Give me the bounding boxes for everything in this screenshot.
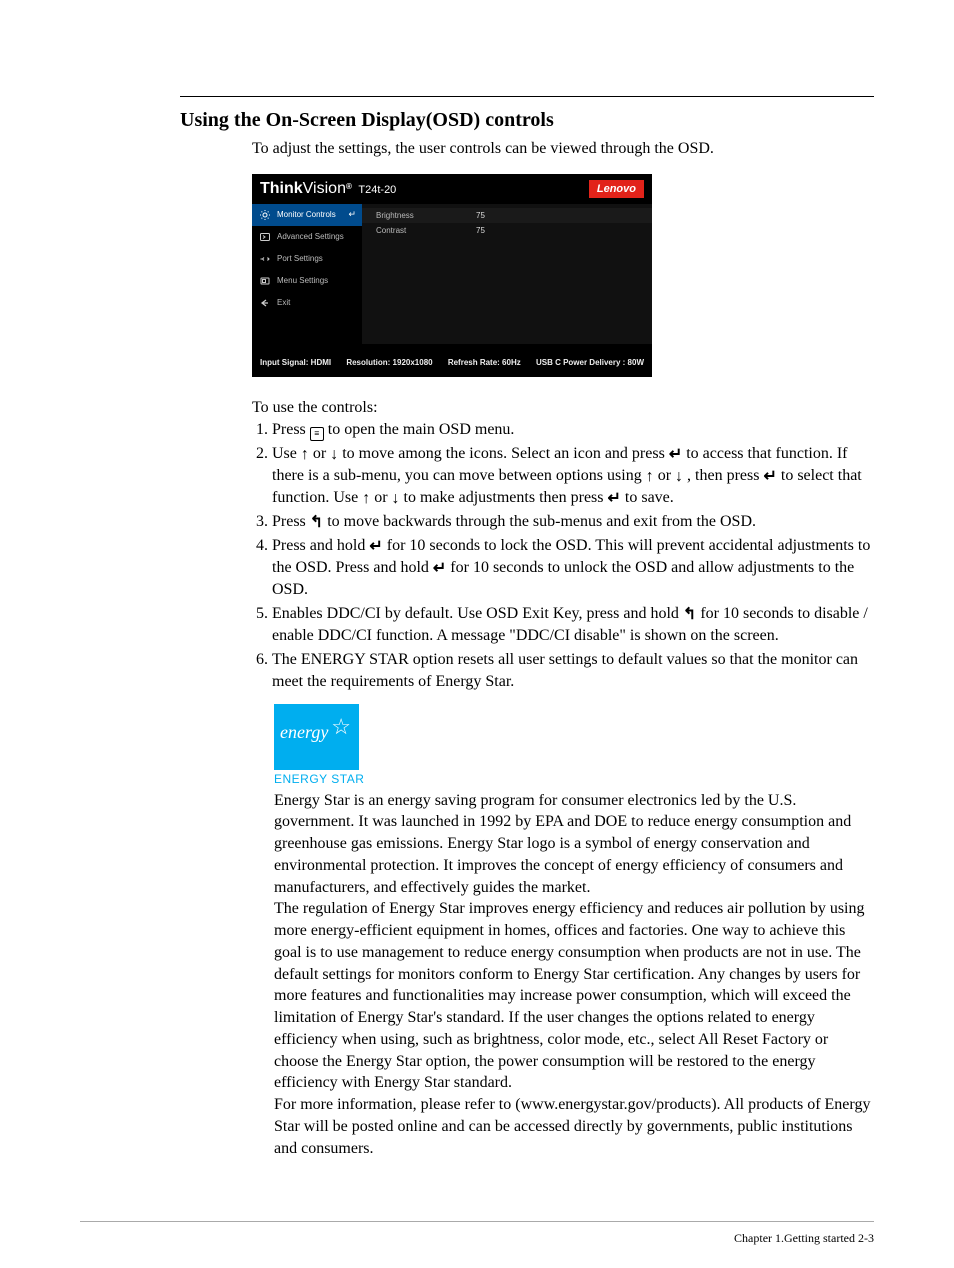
- steps-list: Press ≡ to open the main OSD menu. Use ↑…: [252, 419, 874, 694]
- sidebar-item-monitor-controls[interactable]: Monitor Controls ↵: [252, 204, 362, 226]
- row-val: 75: [476, 211, 485, 220]
- sidebar-item-exit[interactable]: Exit: [252, 292, 362, 314]
- t: or: [654, 467, 675, 484]
- step-2: Use ↑ or ↓ to move among the icons. Sele…: [272, 443, 874, 509]
- top-rule: [180, 96, 874, 97]
- enter-icon: ↵: [369, 539, 382, 555]
- up-arrow-icon: ↑: [362, 491, 370, 507]
- back-icon: ↰: [683, 607, 696, 623]
- step-1: Press ≡ to open the main OSD menu.: [272, 419, 874, 441]
- sidebar-item-menu-settings[interactable]: Menu Settings: [252, 270, 362, 292]
- osd-header: ThinkVision® T24t-20 Lenovo: [252, 174, 652, 204]
- lead-text: To use the controls:: [252, 399, 874, 417]
- brightness-icon: [258, 209, 272, 221]
- step-4: Press and hold ↵ for 10 seconds to lock …: [272, 535, 874, 601]
- down-arrow-icon: ↓: [392, 491, 400, 507]
- energy-star-block: energy ☆ ENERGY STAR: [274, 704, 874, 786]
- brand-think: Think: [260, 180, 303, 197]
- osd-status-bar: Input Signal: HDMI Resolution: 1920x1080…: [252, 344, 652, 377]
- osd-sidebar: Monitor Controls ↵ Advanced Settings Por…: [252, 204, 362, 344]
- star-icon: ☆: [331, 714, 351, 740]
- step-3: Press ↰ to move backwards through the su…: [272, 511, 874, 533]
- back-icon: ↰: [310, 515, 323, 531]
- energy-star-caption: ENERGY STAR: [274, 772, 874, 786]
- step-5: Enables DDC/CI by default. Use OSD Exit …: [272, 603, 874, 647]
- footer-rule: [80, 1221, 874, 1222]
- sidebar-item-label: Advanced Settings: [277, 232, 344, 241]
- energy-p1: Energy Star is an energy saving program …: [274, 790, 874, 899]
- row-val: 75: [476, 226, 485, 235]
- t: Use: [272, 445, 301, 462]
- energy-script: energy: [280, 722, 328, 743]
- t: Press and hold: [272, 537, 369, 554]
- brand-vision: Vision: [303, 180, 346, 197]
- brand-reg: ®: [346, 182, 352, 191]
- energy-p2: The regulation of Energy Star improves e…: [274, 898, 874, 1094]
- row-key: Contrast: [376, 226, 476, 235]
- sidebar-item-port-settings[interactable]: Port Settings: [252, 248, 362, 270]
- model-label: T24t-20: [358, 184, 396, 196]
- enter-icon: ↵: [433, 561, 446, 577]
- osd-body: Monitor Controls ↵ Advanced Settings Por…: [252, 204, 652, 344]
- energy-p3: For more information, please refer to (w…: [274, 1094, 874, 1159]
- t: , then press: [683, 467, 763, 484]
- advanced-icon: [258, 231, 272, 243]
- t: Press: [272, 513, 310, 530]
- page-footer: Chapter 1.Getting started 2-3: [734, 1231, 874, 1246]
- t: or: [370, 489, 391, 506]
- energy-star-logo: energy ☆: [274, 704, 359, 770]
- status-power-delivery: USB C Power Delivery : 80W: [536, 358, 644, 367]
- brand: ThinkVision® T24t-20: [260, 180, 396, 198]
- sidebar-item-advanced-settings[interactable]: Advanced Settings: [252, 226, 362, 248]
- menu-settings-icon: [258, 275, 272, 287]
- down-arrow-icon: ↓: [675, 469, 683, 485]
- status-resolution: Resolution: 1920x1080: [346, 358, 432, 367]
- t: to make adjustments then press: [400, 489, 608, 506]
- step-6: The ENERGY STAR option resets all user s…: [272, 649, 874, 693]
- status-input: Input Signal: HDMI: [260, 358, 331, 367]
- sidebar-item-label: Exit: [277, 298, 290, 307]
- port-icon: [258, 253, 272, 265]
- up-arrow-icon: ↑: [301, 447, 309, 463]
- osd-row-brightness[interactable]: Brightness 75: [362, 208, 652, 223]
- osd-screenshot: ThinkVision® T24t-20 Lenovo Monitor Cont…: [252, 174, 652, 377]
- enter-icon: ↵: [608, 491, 621, 507]
- sidebar-item-label: Menu Settings: [277, 276, 328, 285]
- t: Press: [272, 421, 310, 438]
- t: or: [309, 445, 330, 462]
- sidebar-item-label: Monitor Controls: [277, 210, 336, 219]
- t: Enables DDC/CI by default. Use OSD Exit …: [272, 605, 683, 622]
- sidebar-item-label: Port Settings: [277, 254, 323, 263]
- intro-text: To adjust the settings, the user control…: [252, 138, 874, 160]
- t: to save.: [621, 489, 674, 506]
- enter-icon: ↵: [669, 447, 682, 463]
- lenovo-badge: Lenovo: [589, 180, 644, 198]
- t: to open the main OSD menu.: [324, 421, 515, 438]
- osd-panel: Brightness 75 Contrast 75: [362, 204, 652, 344]
- up-arrow-icon: ↑: [646, 469, 654, 485]
- energy-text: Energy Star is an energy saving program …: [274, 790, 874, 1160]
- exit-icon: [258, 297, 272, 309]
- section-title: Using the On-Screen Display(OSD) control…: [180, 109, 874, 132]
- enter-icon: ↵: [763, 469, 776, 485]
- status-refresh: Refresh Rate: 60Hz: [448, 358, 521, 367]
- row-key: Brightness: [376, 211, 476, 220]
- t: to move among the icons. Select an icon …: [338, 445, 669, 462]
- menu-icon: ≡: [310, 427, 324, 441]
- enter-icon: ↵: [348, 209, 356, 220]
- osd-row-contrast[interactable]: Contrast 75: [362, 223, 652, 238]
- t: to move backwards through the sub-menus …: [323, 513, 756, 530]
